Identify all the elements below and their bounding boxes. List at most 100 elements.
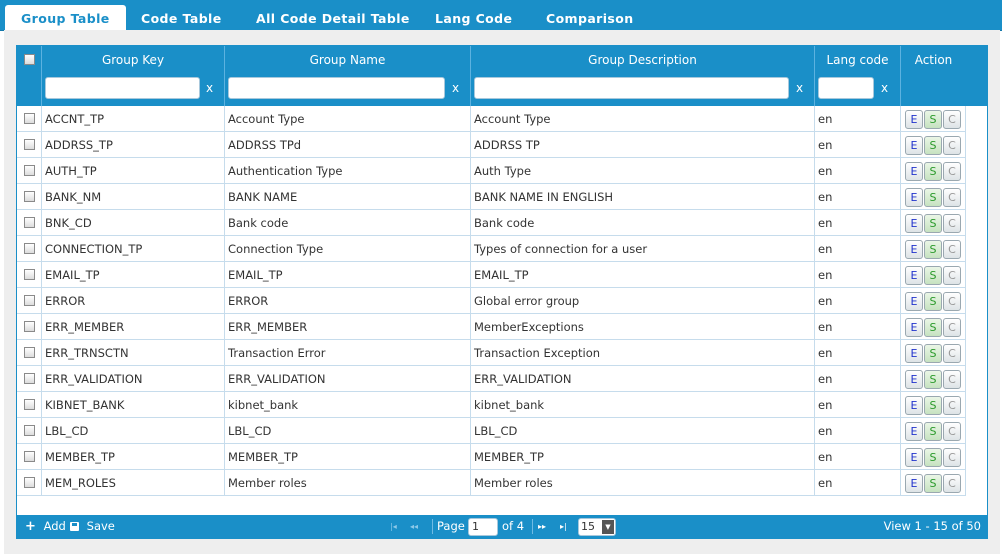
save-row-button[interactable]: S [924, 448, 942, 467]
edit-button[interactable]: E [905, 136, 923, 155]
group-description-filter-clear-icon[interactable]: x [796, 81, 803, 95]
first-page-button[interactable]: |◂ [390, 515, 397, 538]
cancel-row-button[interactable]: C [943, 396, 961, 415]
page-number-input[interactable]: 1 [468, 518, 498, 536]
save-row-button[interactable]: S [924, 474, 942, 493]
save-row-button[interactable]: S [924, 188, 942, 207]
cancel-row-button[interactable]: C [943, 344, 961, 363]
table-row[interactable]: ERR_MEMBER ERR_MEMBER MemberExceptions en E S… [17, 314, 966, 340]
column-header-group-key[interactable]: Group Key [42, 46, 225, 73]
tab-all-code-detail-table[interactable]: All Code Detail Table [240, 5, 426, 30]
group-key-filter-input[interactable] [45, 77, 200, 99]
edit-button[interactable]: E [905, 474, 923, 493]
edit-button[interactable]: E [905, 266, 923, 285]
tab-comparison[interactable]: Comparison [530, 5, 650, 30]
edit-button[interactable]: E [905, 240, 923, 259]
save-row-button[interactable]: S [924, 396, 942, 415]
cancel-row-button[interactable]: C [943, 370, 961, 389]
row-checkbox[interactable] [24, 373, 35, 384]
table-row[interactable]: LBL_CD LBL_CD LBL_CD en E S C [17, 418, 966, 444]
cancel-row-button[interactable]: C [943, 188, 961, 207]
cancel-row-button[interactable]: C [943, 292, 961, 311]
add-button[interactable]: + Add [25, 515, 66, 538]
cancel-row-button[interactable]: C [943, 318, 961, 337]
edit-button[interactable]: E [905, 422, 923, 441]
table-row[interactable]: BANK_NM BANK NAME BANK NAME IN ENGLISH en E S… [17, 184, 966, 210]
row-checkbox[interactable] [24, 113, 35, 124]
edit-button[interactable]: E [905, 344, 923, 363]
save-row-button[interactable]: S [924, 370, 942, 389]
prev-page-button[interactable]: ◂◂ [410, 515, 418, 538]
edit-button[interactable]: E [905, 448, 923, 467]
tab-code-table[interactable]: Code Table [125, 5, 238, 30]
cancel-row-button[interactable]: C [943, 240, 961, 259]
edit-button[interactable]: E [905, 292, 923, 311]
table-row[interactable]: BNK_CD Bank code Bank code en E S C [17, 210, 966, 236]
edit-button[interactable]: E [905, 110, 923, 129]
next-page-button[interactable]: ▸▸ [538, 515, 546, 538]
column-header-group-description[interactable]: Group Description [471, 46, 815, 73]
row-checkbox[interactable] [24, 425, 35, 436]
tab-lang-code[interactable]: Lang Code [419, 5, 528, 30]
save-row-button[interactable]: S [924, 240, 942, 259]
column-header-group-name[interactable]: Group Name [225, 46, 471, 73]
row-checkbox[interactable] [24, 165, 35, 176]
save-row-button[interactable]: S [924, 318, 942, 337]
save-row-button[interactable]: S [924, 214, 942, 233]
row-checkbox[interactable] [24, 347, 35, 358]
save-row-button[interactable]: S [924, 422, 942, 441]
edit-button[interactable]: E [905, 318, 923, 337]
cancel-row-button[interactable]: C [943, 266, 961, 285]
save-row-button[interactable]: S [924, 110, 942, 129]
group-name-filter-input[interactable] [228, 77, 445, 99]
row-checkbox[interactable] [24, 243, 35, 254]
group-name-filter-clear-icon[interactable]: x [452, 81, 459, 95]
save-row-button[interactable]: S [924, 162, 942, 181]
row-checkbox[interactable] [24, 295, 35, 306]
cancel-row-button[interactable]: C [943, 422, 961, 441]
edit-button[interactable]: E [905, 396, 923, 415]
save-row-button[interactable]: S [924, 136, 942, 155]
edit-button[interactable]: E [905, 162, 923, 181]
table-row[interactable]: ERR_TRNSCTN Transaction Error Transaction … [17, 340, 966, 366]
cancel-row-button[interactable]: C [943, 162, 961, 181]
table-row[interactable]: EMAIL_TP EMAIL_TP EMAIL_TP en E S C [17, 262, 966, 288]
row-checkbox[interactable] [24, 191, 35, 202]
table-row[interactable]: ADDRSS_TP ADDRSS TPd ADDRSS TP en E S C [17, 132, 966, 158]
row-checkbox[interactable] [24, 399, 35, 410]
save-button[interactable]: Save [70, 515, 115, 538]
table-row[interactable]: MEM_ROLES Member roles Member roles en E S C [17, 470, 966, 496]
row-checkbox[interactable] [24, 477, 35, 488]
last-page-button[interactable]: ▸| [560, 515, 567, 538]
edit-button[interactable]: E [905, 370, 923, 389]
cancel-row-button[interactable]: C [943, 474, 961, 493]
row-checkbox[interactable] [24, 451, 35, 462]
save-row-button[interactable]: S [924, 266, 942, 285]
column-header-lang-code[interactable]: Lang code [815, 46, 901, 73]
table-row[interactable]: ACCNT_TP Account Type Account Type en E S C [17, 106, 966, 132]
tab-group-table[interactable]: Group Table [5, 5, 126, 30]
rows-per-page-select[interactable]: 15 ▼ [578, 518, 616, 536]
table-row[interactable]: AUTH_TP Authentication Type Auth Type en E S C [17, 158, 966, 184]
row-checkbox[interactable] [24, 217, 35, 228]
cancel-row-button[interactable]: C [943, 214, 961, 233]
lang-code-filter-input[interactable] [818, 77, 874, 99]
edit-button[interactable]: E [905, 188, 923, 207]
cancel-row-button[interactable]: C [943, 448, 961, 467]
row-checkbox[interactable] [24, 321, 35, 332]
cancel-row-button[interactable]: C [943, 136, 961, 155]
table-row[interactable]: KIBNET_BANK kibnet_bank kibnet_bank en E S C [17, 392, 966, 418]
group-key-filter-clear-icon[interactable]: x [206, 81, 213, 95]
table-row[interactable]: MEMBER_TP MEMBER_TP MEMBER_TP en E S C [17, 444, 966, 470]
select-all-checkbox[interactable] [24, 54, 35, 65]
edit-button[interactable]: E [905, 214, 923, 233]
table-row[interactable]: CONNECTION_TP Connection Type Types of con… [17, 236, 966, 262]
row-checkbox[interactable] [24, 269, 35, 280]
table-row[interactable]: ERR_VALIDATION ERR_VALIDATION ERR_VALIDATI… [17, 366, 966, 392]
group-description-filter-input[interactable] [474, 77, 789, 99]
row-checkbox[interactable] [24, 139, 35, 150]
table-row[interactable]: ERROR ERROR Global error group en E S C [17, 288, 966, 314]
save-row-button[interactable]: S [924, 344, 942, 363]
save-row-button[interactable]: S [924, 292, 942, 311]
lang-code-filter-clear-icon[interactable]: x [881, 81, 888, 95]
